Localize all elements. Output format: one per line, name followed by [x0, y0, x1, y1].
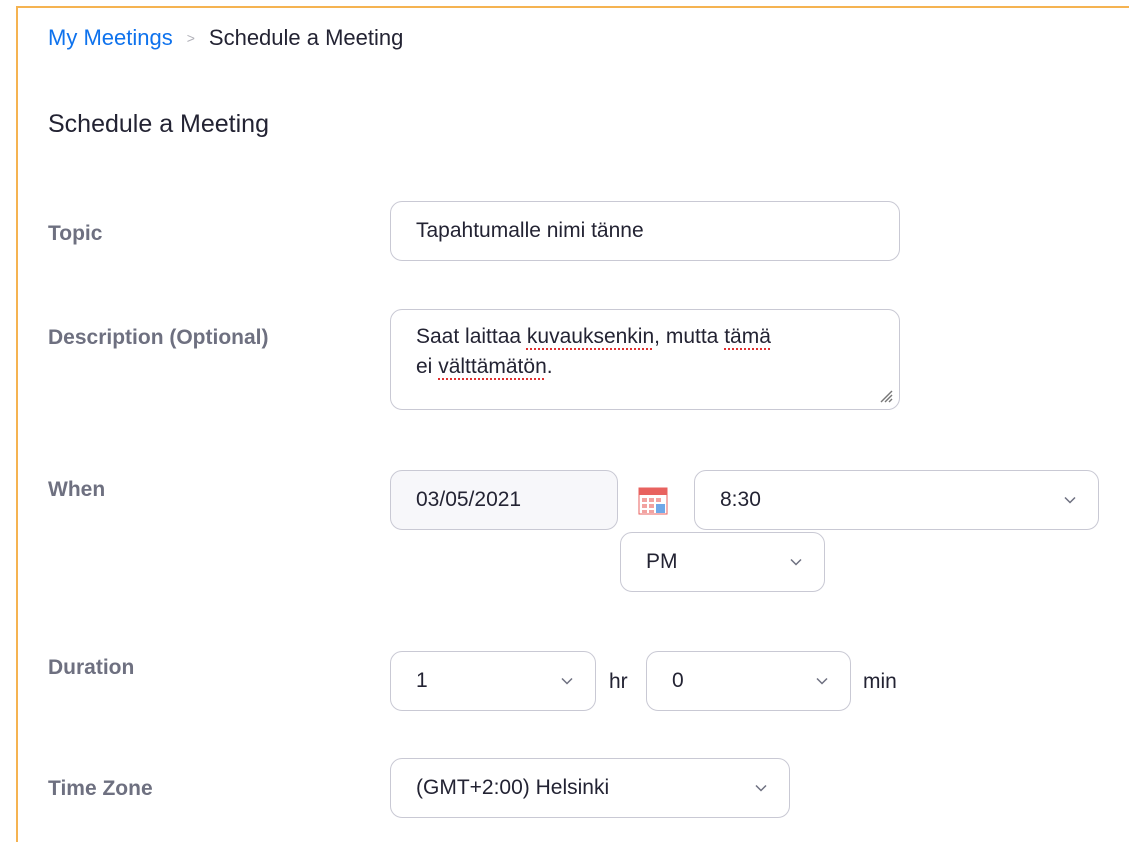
page-title: Schedule a Meeting [48, 110, 269, 138]
timezone-select-value: (GMT+2:00) Helsinki [416, 776, 610, 799]
calendar-icon[interactable] [638, 485, 668, 515]
topic-input[interactable]: Tapahtumalle nimi tänne [390, 201, 900, 261]
time-select-value: 8:30 [720, 488, 761, 511]
duration-minutes-value: 0 [672, 669, 684, 692]
description-line-2: ei välttämätön. [416, 355, 553, 378]
breadcrumb-separator: > [186, 30, 195, 46]
time-select[interactable]: 8:30 [694, 470, 1099, 530]
date-input[interactable]: 03/05/2021 [390, 470, 618, 530]
date-input-value: 03/05/2021 [416, 488, 522, 511]
duration-label: Duration [48, 656, 135, 679]
when-label: When [48, 478, 106, 501]
breadcrumb: My Meetings > Schedule a Meeting [48, 25, 403, 51]
chevron-down-icon [561, 677, 573, 685]
hours-unit-label: hr [609, 670, 628, 693]
duration-hours-select[interactable]: 1 [390, 651, 596, 711]
description-line-1: Saat laittaa kuvauksenkin, mutta tämä [416, 325, 771, 348]
chevron-down-icon [1064, 496, 1076, 504]
timezone-label: Time Zone [48, 777, 153, 800]
minutes-unit-label: min [863, 670, 897, 693]
timezone-select[interactable]: (GMT+2:00) Helsinki [390, 758, 790, 818]
breadcrumb-my-meetings-link[interactable]: My Meetings [48, 25, 173, 50]
duration-minutes-select[interactable]: 0 [646, 651, 851, 711]
ampm-select-value: PM [646, 550, 678, 573]
description-textarea[interactable]: Saat laittaa kuvauksenkin, mutta tämä ei… [390, 309, 900, 410]
resize-grip-icon[interactable] [879, 389, 893, 403]
breadcrumb-current: Schedule a Meeting [208, 25, 404, 50]
description-label: Description (Optional) [48, 326, 269, 349]
topic-label: Topic [48, 222, 103, 245]
topic-input-value: Tapahtumalle nimi tänne [416, 219, 644, 242]
chevron-down-icon [790, 558, 802, 566]
duration-hours-value: 1 [416, 669, 428, 692]
ampm-select[interactable]: PM [620, 532, 825, 592]
chevron-down-icon [755, 784, 767, 792]
chevron-down-icon [816, 677, 828, 685]
